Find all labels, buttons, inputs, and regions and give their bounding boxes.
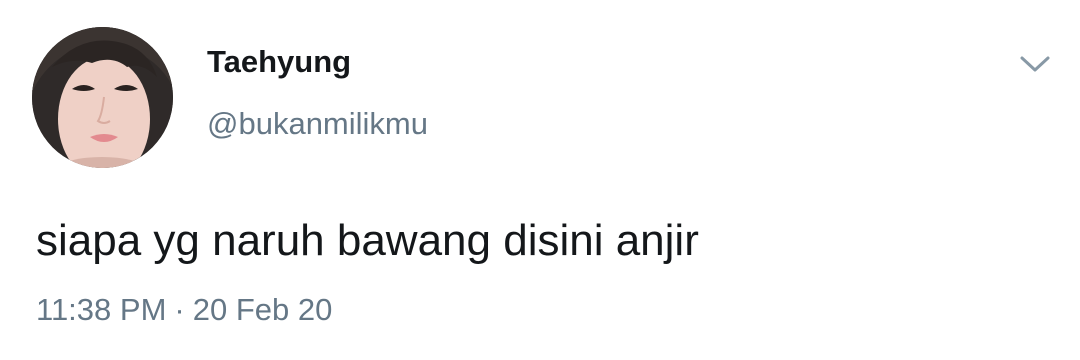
meta-separator: · bbox=[174, 292, 185, 327]
user-info: Taehyung @bukanmilikmu bbox=[207, 42, 428, 144]
tweet-card: Taehyung @bukanmilikmu siapa yg naruh ba… bbox=[0, 0, 1080, 360]
chevron-down-icon[interactable] bbox=[1018, 52, 1052, 76]
chevron-down-icon-svg bbox=[1020, 56, 1050, 72]
tweet-text: siapa yg naruh bawang disini anjir bbox=[36, 216, 699, 265]
avatar-portrait bbox=[32, 27, 173, 168]
display-name[interactable]: Taehyung bbox=[207, 42, 428, 82]
tweet-time: 11:38 PM bbox=[36, 292, 167, 327]
avatar[interactable] bbox=[32, 27, 173, 168]
tweet-timestamp[interactable]: 11:38 PM · 20 Feb 20 bbox=[36, 290, 332, 330]
user-handle[interactable]: @bukanmilikmu bbox=[207, 104, 428, 144]
tweet-date: 20 Feb 20 bbox=[192, 292, 333, 327]
